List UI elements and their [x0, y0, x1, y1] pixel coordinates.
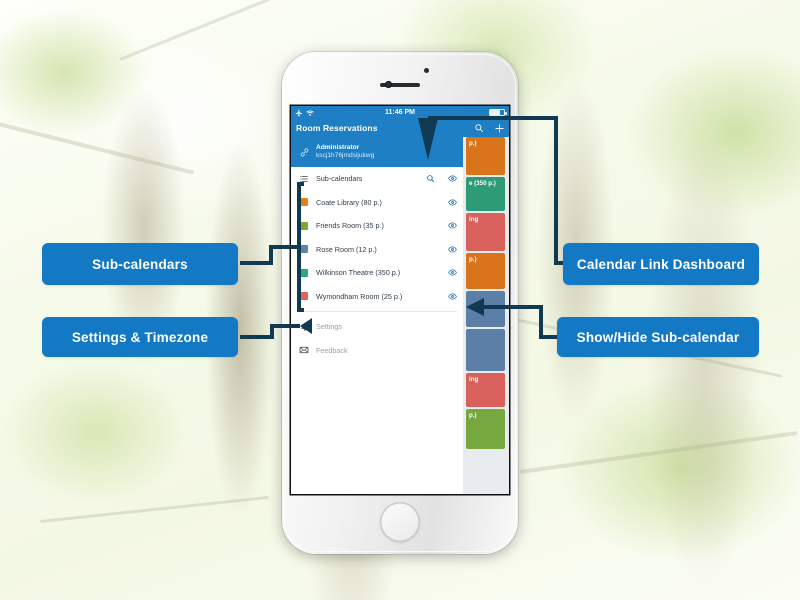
gear-icon — [297, 322, 311, 332]
list-icon — [297, 174, 311, 184]
drawer-header-sub-calendars[interactable]: Sub-calendars — [291, 167, 463, 191]
search-icon[interactable] — [426, 174, 435, 183]
plus-icon[interactable] — [494, 123, 505, 134]
envelope-icon — [297, 345, 311, 355]
drawer-item-feedback[interactable]: Feedback — [291, 339, 463, 363]
phone-screen: 11:46 PM Room Reservations Administrator… — [291, 106, 509, 494]
search-icon[interactable] — [474, 123, 484, 133]
sub-calendar-color-swatch — [297, 221, 311, 230]
sub-calendar-row[interactable]: Rose Room (12 p.) — [291, 238, 463, 262]
callout-settings-timezone-label: Settings & Timezone — [71, 329, 209, 345]
feedback-label: Feedback — [316, 345, 348, 355]
calendar-event[interactable]: ing — [466, 213, 505, 251]
calendar-event[interactable]: p.) — [466, 409, 505, 449]
annotated-screenshot: Sub-calendars Settings & Timezone Calend… — [0, 0, 800, 600]
calendar-event[interactable] — [466, 329, 505, 371]
eye-icon[interactable] — [448, 198, 457, 207]
status-bar-time: 11:46 PM — [385, 109, 415, 116]
calendar-events-column[interactable]: p.) e (350 p.) ing p.) ing p.) — [463, 137, 509, 494]
proximity-sensor-icon — [424, 68, 429, 73]
status-bar-right — [489, 109, 507, 116]
sub-calendar-color-swatch — [297, 245, 311, 254]
settings-label: Settings — [316, 322, 342, 332]
sub-calendar-row[interactable]: Wymondham Room (25 p.) — [291, 285, 463, 309]
sub-calendar-label: Rose Room (12 p.) — [316, 244, 377, 254]
callout-show-hide-subcalendar-label: Show/Hide Sub-calendar — [576, 329, 740, 345]
home-button[interactable] — [380, 502, 420, 542]
account-id: kscj1h76jmdsijukwg — [316, 152, 375, 159]
drawer-item-settings[interactable]: Settings — [291, 315, 463, 339]
sub-calendar-actions — [448, 245, 457, 254]
sub-calendar-actions — [448, 221, 457, 230]
calendar-event[interactable]: e (350 p.) — [466, 177, 505, 211]
sub-calendar-label: Wymondham Room (25 p.) — [316, 291, 403, 301]
calendar-event[interactable]: p.) — [466, 253, 505, 289]
sub-calendar-list: Coate Library (80 p.) Friends Room (35 p.… — [291, 191, 463, 309]
account-name: Administrator — [316, 144, 360, 152]
eye-icon[interactable] — [448, 245, 457, 254]
eye-icon[interactable] — [448, 221, 457, 230]
link-icon — [297, 147, 311, 158]
front-camera-icon — [385, 81, 392, 88]
eye-icon[interactable] — [448, 292, 457, 301]
sub-calendar-actions — [448, 268, 457, 277]
drawer-header-label: Sub-calendars — [316, 174, 363, 184]
app-bar: Room Reservations — [291, 119, 509, 137]
drawer-header-actions — [426, 174, 457, 183]
eye-icon[interactable] — [448, 268, 457, 277]
calendar-event[interactable] — [466, 291, 505, 327]
app-title: Room Reservations — [296, 123, 378, 133]
sub-calendar-color-swatch — [297, 198, 311, 207]
account-text: Administrator kscj1h76jmdsijukwg — [316, 144, 374, 160]
sub-calendar-label: Coate Library (80 p.) — [316, 197, 382, 207]
callout-calendar-link-dashboard-label: Calendar Link Dashboard — [576, 256, 746, 272]
sub-calendar-color-swatch — [297, 292, 311, 301]
sub-calendar-label: Friends Room (35 p.) — [316, 221, 384, 231]
app-bar-actions — [474, 123, 505, 134]
status-bar: 11:46 PM — [291, 106, 509, 119]
sub-calendar-actions — [448, 292, 457, 301]
callout-sub-calendars-label: Sub-calendars — [92, 256, 188, 272]
sub-calendar-color-swatch — [297, 268, 311, 277]
calendar-event[interactable]: p.) — [466, 137, 505, 175]
sub-calendar-row[interactable]: Friends Room (35 p.) — [291, 214, 463, 238]
callout-calendar-link-dashboard: Calendar Link Dashboard — [563, 243, 759, 285]
drawer-divider — [297, 311, 457, 312]
calendar-event[interactable]: ing — [466, 373, 505, 407]
sub-calendar-row[interactable]: Coate Library (80 p.) — [291, 191, 463, 215]
navigation-drawer: Sub-calendars Coate Library (80 p.) Frie… — [291, 167, 463, 494]
battery-icon — [489, 109, 507, 116]
sub-calendar-row[interactable]: Wilkinson Theatre (350 p.) — [291, 261, 463, 285]
callout-settings-timezone: Settings & Timezone — [42, 317, 238, 357]
sub-calendar-label: Wilkinson Theatre (350 p.) — [316, 268, 401, 278]
eye-icon[interactable] — [448, 174, 457, 183]
callout-sub-calendars: Sub-calendars — [42, 243, 238, 285]
callout-show-hide-subcalendar: Show/Hide Sub-calendar — [557, 317, 759, 357]
sub-calendar-actions — [448, 198, 457, 207]
phone-device: 11:46 PM Room Reservations Administrator… — [282, 52, 518, 554]
